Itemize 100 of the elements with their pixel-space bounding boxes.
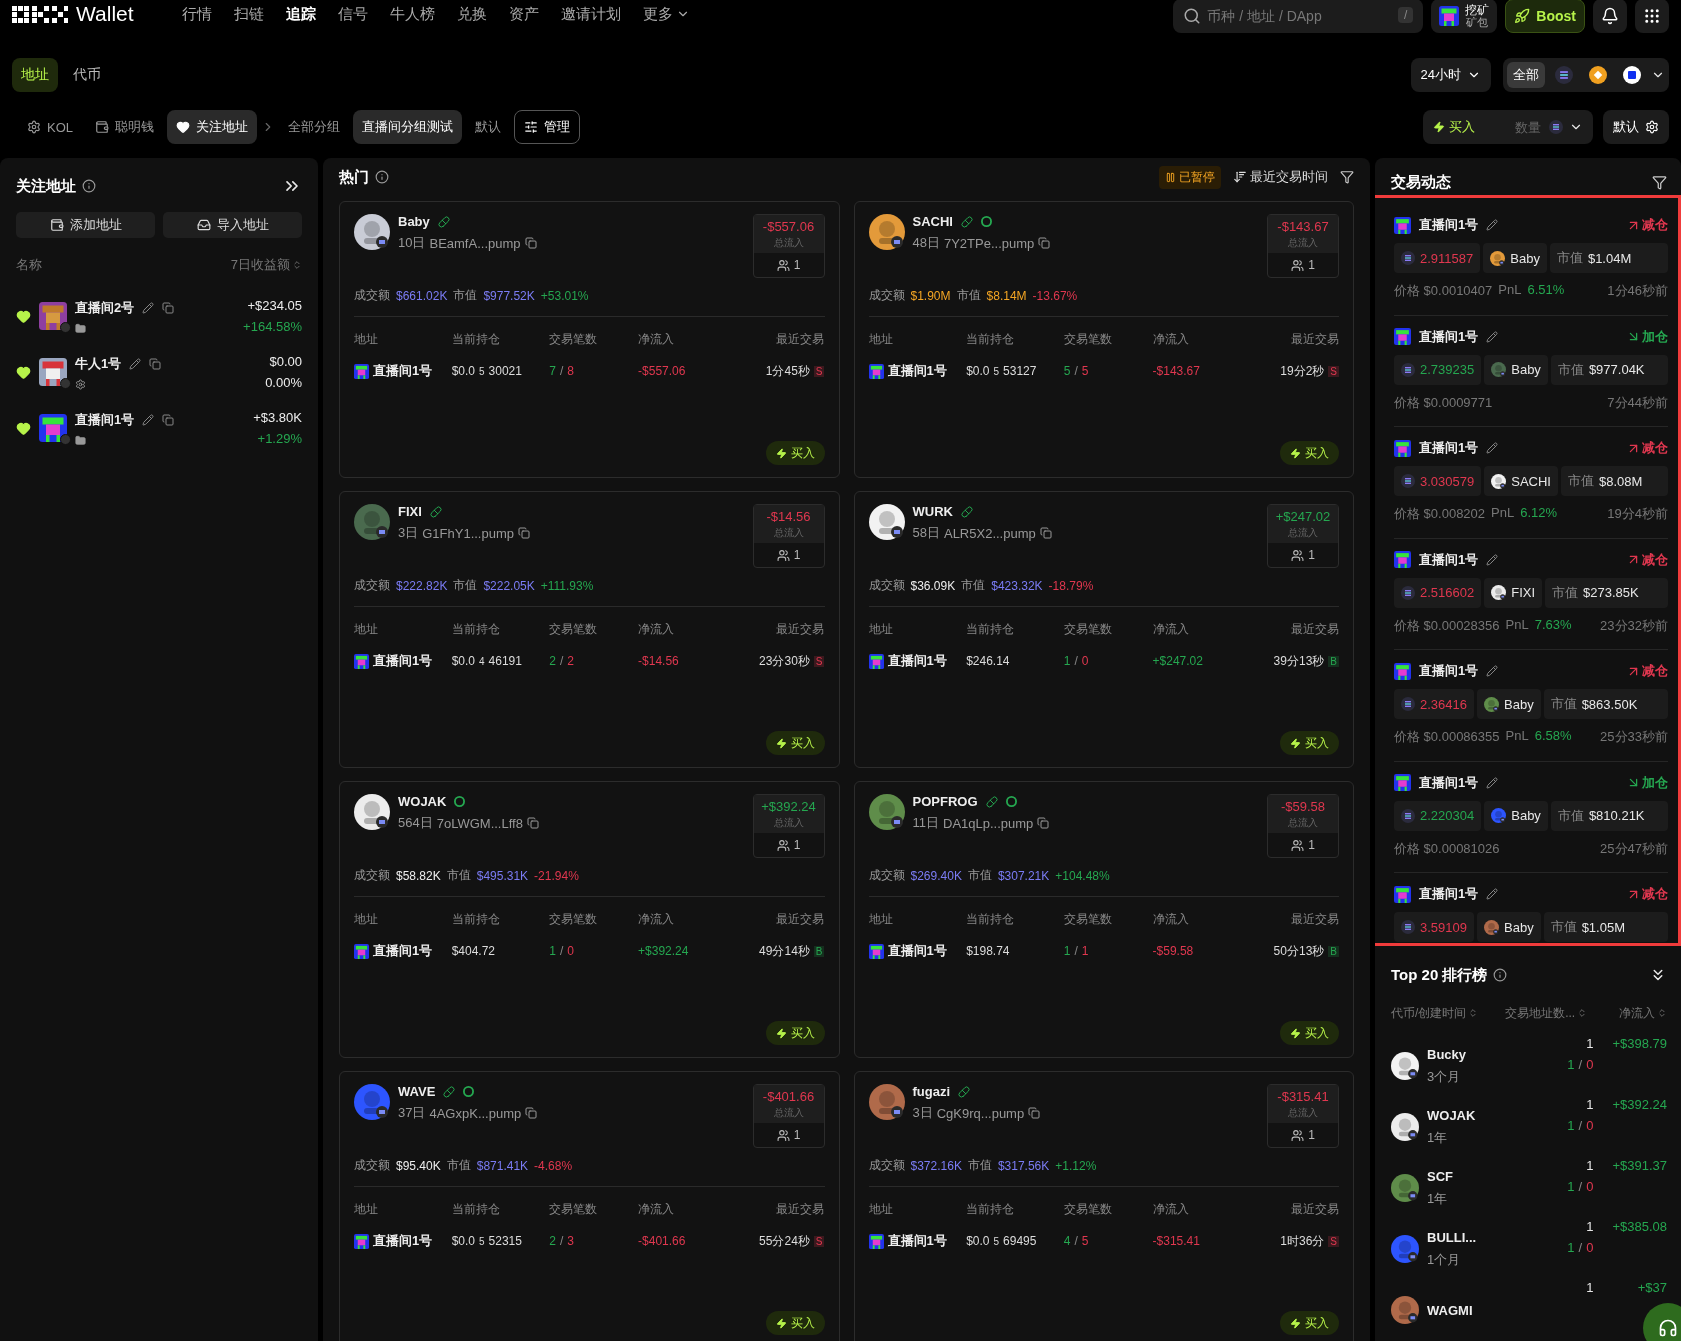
edit-icon[interactable] (1486, 888, 1499, 901)
token-chip[interactable]: Baby (1477, 912, 1541, 943)
edit-icon[interactable] (129, 357, 142, 370)
preset-button[interactable]: 默认 (1603, 110, 1669, 144)
time-range-select[interactable]: 24小时 (1410, 58, 1491, 92)
token-icon (868, 794, 905, 830)
column-header[interactable]: 交易地址数... (1505, 1005, 1576, 1022)
token-chip[interactable]: Baby (1477, 689, 1541, 720)
nav-link[interactable]: 牛人榜 (389, 4, 435, 24)
filter-icon[interactable] (1652, 175, 1667, 191)
edit-icon[interactable] (1486, 219, 1499, 232)
token-address: 4AGxpK...pump (429, 1105, 522, 1121)
nav-link[interactable]: 兑换 (456, 4, 487, 24)
mining-button[interactable]: 挖矿 矿包 (1431, 0, 1498, 33)
copy-icon[interactable] (162, 413, 175, 426)
nav-link[interactable]: 行情 (181, 4, 212, 24)
copy-icon[interactable] (1028, 1107, 1041, 1119)
address-name: 牛人1号 (75, 354, 122, 373)
metric-label: 成交额 (354, 1157, 390, 1174)
wallet-icon (49, 218, 64, 232)
buy-button[interactable]: 买入 (1280, 1021, 1339, 1045)
side-tag: S (813, 1235, 825, 1247)
token-chip[interactable]: SACHI (1484, 466, 1558, 497)
edit-icon[interactable] (142, 413, 155, 426)
nav-link[interactable]: 更多 (642, 4, 690, 24)
token-age: 10日 (398, 234, 426, 252)
chain-option[interactable]: 全部 (1507, 62, 1545, 88)
net-flow: +$392.24 (761, 799, 816, 814)
edit-icon[interactable] (1486, 776, 1499, 789)
token-chip[interactable]: Baby (1483, 243, 1547, 274)
buy-button[interactable]: 买入 (765, 441, 825, 465)
edit-icon[interactable] (142, 301, 155, 314)
filter-tab[interactable]: 全部分组 (279, 110, 349, 144)
copy-icon[interactable] (149, 357, 162, 370)
net-flow: +$247.02 (1275, 509, 1331, 524)
paused-badge[interactable]: 已暂停 (1159, 165, 1221, 189)
import-address-button[interactable]: 导入地址 (163, 212, 302, 238)
buy-button[interactable]: 买入 (765, 731, 825, 755)
filter-tab[interactable]: 直播间分组测试 (353, 110, 462, 144)
manage-button[interactable]: 管理 (514, 110, 580, 144)
filter-tab[interactable]: 关注地址 (167, 110, 257, 144)
trade-action: 减仓 (1626, 216, 1668, 235)
edit-icon[interactable] (1486, 665, 1499, 678)
nav-link[interactable]: 扫链 (233, 4, 264, 24)
heart-icon[interactable] (16, 420, 31, 436)
side-tag: S (1328, 1235, 1339, 1247)
trade-count: 7 / 8 (549, 364, 575, 378)
copy-icon[interactable] (518, 527, 530, 539)
net-inflow: -$557.06 (638, 364, 686, 378)
edit-icon[interactable] (1486, 330, 1499, 343)
filter-icon[interactable] (1340, 170, 1354, 184)
add-address-button[interactable]: 添加地址 (16, 212, 155, 238)
token-chip[interactable]: FIXI (1484, 577, 1543, 608)
trade-price: 价格 $0.0009771 (1394, 393, 1493, 412)
heart-icon[interactable] (16, 308, 31, 324)
nav-link[interactable]: 信号 (337, 4, 368, 24)
apps-menu-button[interactable] (1635, 0, 1669, 33)
copy-icon[interactable] (1037, 817, 1050, 829)
filter-tab[interactable]: KOL (18, 110, 82, 144)
copy-icon[interactable] (526, 817, 539, 829)
token-chip[interactable]: Baby (1484, 354, 1548, 385)
metric-label: 市值 (967, 1157, 992, 1174)
volume-value: $36.09K (910, 578, 956, 593)
filter-tab[interactable]: 聪明钱 (86, 110, 163, 144)
filter-tab[interactable]: 默认 (466, 110, 510, 144)
address-count: 1 (1586, 1036, 1594, 1051)
edit-icon[interactable] (1486, 553, 1499, 566)
token-chip[interactable]: Baby (1484, 800, 1548, 831)
nav-link[interactable]: 资产 (508, 4, 539, 24)
copy-icon[interactable] (1039, 527, 1052, 539)
quantity-input[interactable]: 数量 (1495, 118, 1543, 136)
avatar-icon (868, 653, 884, 669)
avatar-icon (354, 1233, 369, 1249)
buy-button[interactable]: 买入 (765, 1311, 825, 1335)
copy-icon[interactable] (1038, 237, 1051, 249)
trade-count: 1 / 0 (1567, 1240, 1594, 1255)
sort-button[interactable]: 最近交易时间 (1233, 168, 1328, 186)
heart-icon[interactable] (16, 364, 31, 380)
view-tab[interactable]: 地址 (12, 58, 58, 92)
copy-icon[interactable] (162, 301, 175, 314)
token-name: FIXI (398, 504, 422, 519)
boost-button[interactable]: Boost (1505, 0, 1585, 33)
buy-button[interactable]: 买入 (1280, 1311, 1339, 1335)
column-header: 交易笔数 (1063, 911, 1113, 928)
nav-link[interactable]: 追踪 (285, 4, 316, 24)
tray-icon (196, 218, 211, 232)
notifications-button[interactable] (1593, 0, 1627, 33)
copy-icon[interactable] (525, 1107, 538, 1119)
column-header[interactable]: 净流入 (1619, 1005, 1655, 1022)
column-header[interactable]: 代币/创建时间 (1391, 1005, 1467, 1022)
buy-button[interactable]: 买入 (765, 1021, 825, 1045)
nav-link[interactable]: 邀请计划 (560, 4, 621, 24)
trade-time: 25分33秒前 (1600, 728, 1668, 747)
edit-icon[interactable] (1486, 442, 1499, 455)
side-tag: B (813, 945, 825, 957)
view-tab[interactable]: 代币 (64, 58, 110, 92)
buy-button[interactable]: 买入 (1280, 731, 1339, 755)
token-icon (1484, 696, 1499, 712)
buy-button[interactable]: 买入 (1280, 441, 1339, 465)
copy-icon[interactable] (524, 237, 537, 249)
